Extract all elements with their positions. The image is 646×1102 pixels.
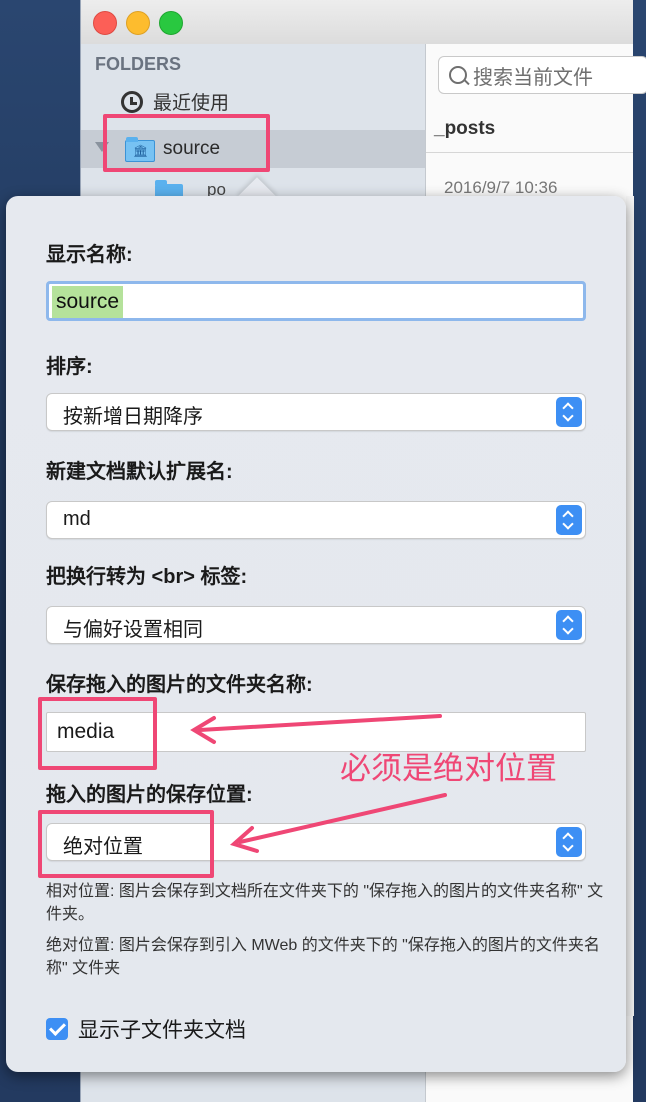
- sidebar-item-label: 最近使用: [153, 93, 230, 114]
- image-location-label: 拖入的图片的保存位置:: [46, 784, 253, 806]
- display-name-input[interactable]: source: [46, 281, 586, 321]
- highlight-source-box: [103, 114, 270, 172]
- help-text-relative: 相对位置: 图片会保存到文档所在文件夹下的 "保存拖入的图片的文件夹名称" 文件…: [46, 883, 604, 923]
- display-name-value: source: [52, 286, 124, 318]
- help-text-absolute: 绝对位置: 图片会保存到引入 MWeb 的文件夹下的 "保存拖入的图片的文件夹名…: [46, 937, 600, 977]
- background-window-edge: [626, 196, 634, 1016]
- search-input[interactable]: 搜索当前文件: [438, 56, 646, 94]
- br-select[interactable]: 与偏好设置相同: [46, 606, 586, 644]
- clock-icon: [121, 90, 143, 113]
- close-window-button[interactable]: [93, 11, 117, 35]
- sidebar-heading: FOLDERS: [95, 54, 182, 74]
- chevron-updown-icon: [556, 397, 582, 427]
- titlebar: [81, 0, 633, 45]
- chevron-updown-icon: [556, 827, 582, 857]
- sort-label: 排序:: [46, 356, 93, 378]
- search-placeholder: 搜索当前文件: [473, 66, 593, 89]
- sidebar-item-recent[interactable]: 最近使用: [121, 88, 229, 115]
- minimize-window-button[interactable]: [126, 11, 150, 35]
- search-icon: [449, 66, 467, 84]
- folder-header: _posts: [426, 108, 633, 153]
- default-extension-value: md: [63, 508, 91, 530]
- zoom-window-button[interactable]: [159, 11, 183, 35]
- br-label: 把换行转为 <br> 标签:: [46, 566, 248, 588]
- folder-title: _posts: [434, 118, 496, 139]
- default-extension-label: 新建文档默认扩展名:: [46, 461, 233, 483]
- checkbox-checked-icon[interactable]: [46, 1018, 68, 1040]
- chevron-updown-icon: [556, 610, 582, 640]
- highlight-absolute-box: [38, 810, 214, 878]
- sort-select[interactable]: 按新增日期降序: [46, 393, 586, 431]
- checkbox-label: 显示子文件夹文档: [78, 1019, 246, 1042]
- chevron-updown-icon: [556, 505, 582, 535]
- document-date: 2016/9/7 10:36: [444, 178, 558, 197]
- folder-settings-popover: 显示名称: source 排序: 按新增日期降序 新建文档默认扩展名: md 把…: [6, 196, 626, 1072]
- br-value: 与偏好设置相同: [63, 619, 203, 641]
- annotation-text: 必须是绝对位置: [340, 751, 557, 786]
- sort-value: 按新增日期降序: [63, 406, 203, 428]
- default-extension-select[interactable]: md: [46, 501, 586, 539]
- highlight-media-box: [38, 697, 157, 770]
- image-folder-label: 保存拖入的图片的文件夹名称:: [46, 674, 313, 696]
- display-name-label: 显示名称:: [46, 244, 133, 266]
- show-subfolder-docs-checkbox[interactable]: 显示子文件夹文档: [46, 1014, 246, 1044]
